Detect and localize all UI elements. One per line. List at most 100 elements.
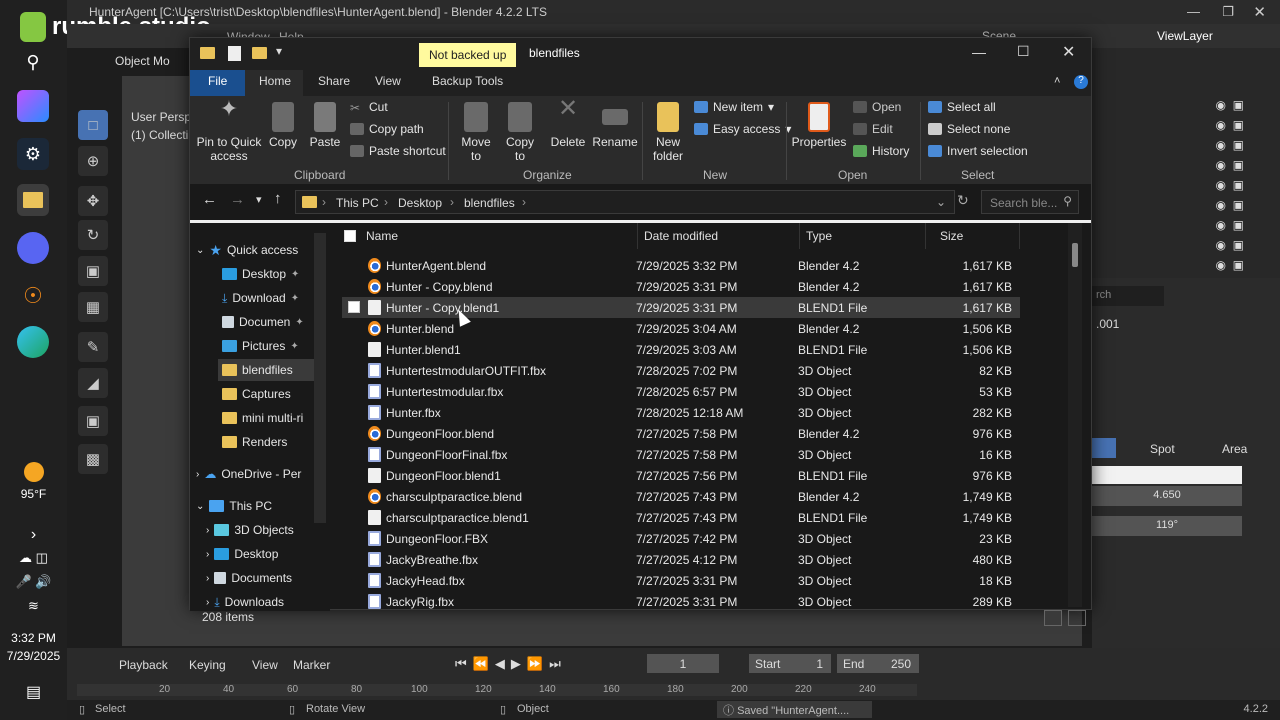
nav-scrollbar[interactable]: [314, 233, 326, 523]
tab-file[interactable]: File: [190, 70, 245, 96]
file-row[interactable]: DungeonFloor.blend1 7/27/2025 7:56 PM BLEN…: [342, 465, 1020, 486]
end-frame-field[interactable]: End 250: [837, 654, 919, 673]
nav-pc-documents[interactable]: › Documents: [206, 567, 292, 589]
new-folder-button[interactable]: New folder: [648, 102, 688, 163]
copy-to-button[interactable]: Copy to: [500, 102, 540, 163]
rotate-icon[interactable]: ↻: [78, 220, 108, 250]
paste-button[interactable]: Paste: [308, 102, 342, 149]
playback-controls-icon[interactable]: ⏮⏪◀▶⏩⏭: [455, 656, 567, 672]
file-row[interactable]: Huntertestmodular.fbx 7/28/2025 6:57 PM 3D…: [342, 381, 1020, 402]
select-all-checkbox[interactable]: [344, 230, 356, 242]
add-cube-icon[interactable]: ▣: [78, 406, 108, 436]
delete-button[interactable]: ✕ Delete: [548, 97, 588, 150]
visibility-icon[interactable]: ◉ ▣: [1216, 238, 1244, 252]
column-size[interactable]: Size: [926, 223, 1020, 249]
file-row[interactable]: JackyRig.fbx 7/27/2025 3:31 PM 3D Object 28…: [342, 591, 1020, 612]
file-row[interactable]: JackyBreathe.fbx 7/27/2025 4:12 PM 3D Obje…: [342, 549, 1020, 570]
history-button[interactable]: History: [853, 144, 909, 158]
view-layer-selector[interactable]: ViewLayer: [1157, 29, 1213, 43]
nav-blendfiles[interactable]: blendfiles: [218, 359, 318, 381]
tab-home[interactable]: Home: [245, 70, 303, 96]
scale-icon[interactable]: ▣: [78, 256, 108, 286]
measure-icon[interactable]: ◢: [78, 368, 108, 398]
maximize-icon[interactable]: ☐: [1017, 43, 1030, 60]
mode-selector[interactable]: Object Mo: [115, 54, 170, 68]
file-row[interactable]: charsculptparactice.blend 7/27/2025 7:43 …: [342, 486, 1020, 507]
nav-quick-access[interactable]: ⌄ ★ Quick access: [196, 239, 298, 261]
large-icons-view-icon[interactable]: [1068, 610, 1086, 626]
visibility-icon[interactable]: ◉ ▣: [1216, 258, 1244, 272]
breadcrumb-blendfiles[interactable]: blendfiles: [464, 196, 515, 210]
edit-button[interactable]: Edit: [853, 122, 893, 136]
properties-button[interactable]: Properties: [790, 102, 848, 149]
refresh-icon[interactable]: ↻: [957, 192, 969, 209]
visibility-icon[interactable]: ◉ ▣: [1216, 118, 1244, 132]
nav-documents[interactable]: Documen ✦: [222, 311, 304, 333]
nav-onedrive[interactable]: › ☁ OneDrive - Per: [196, 463, 301, 485]
start-frame-field[interactable]: Start 1: [749, 654, 831, 673]
discord-icon[interactable]: [17, 232, 49, 264]
blender-icon[interactable]: ☉: [17, 280, 49, 312]
address-dropdown-icon[interactable]: ⌄: [936, 195, 946, 209]
power-field[interactable]: 4.650: [1092, 486, 1242, 506]
close-icon[interactable]: ✕: [1062, 42, 1075, 62]
nav-pictures[interactable]: Pictures ✦: [222, 335, 299, 357]
light-color-field[interactable]: [1092, 466, 1242, 484]
light-sun-tab[interactable]: [1092, 438, 1116, 458]
nav-mini-multi[interactable]: mini multi-ri: [222, 407, 303, 429]
chevron-right-icon[interactable]: ›: [0, 526, 67, 544]
backup-badge[interactable]: Not backed up: [419, 43, 517, 67]
help-icon[interactable]: ?: [1074, 75, 1088, 89]
minimize-icon[interactable]: —: [972, 44, 986, 60]
back-arrow-icon[interactable]: ←: [202, 191, 217, 208]
transform-icon[interactable]: ▦: [78, 292, 108, 322]
copy-button[interactable]: Copy: [266, 102, 300, 149]
tab-view[interactable]: View: [375, 74, 401, 88]
file-row[interactable]: HuntertestmodularOUTFIT.fbx 7/28/2025 7:0…: [342, 360, 1020, 381]
light-name[interactable]: .001: [1096, 317, 1119, 331]
new-folder-quick-icon[interactable]: [252, 46, 267, 64]
edge-icon[interactable]: [17, 326, 49, 358]
breadcrumb-desktop[interactable]: Desktop: [398, 196, 442, 210]
mic-volume-icon[interactable]: 🎤 🔊: [0, 574, 67, 590]
visibility-icon[interactable]: ◉ ▣: [1216, 98, 1244, 112]
file-row[interactable]: HunterAgent.blend 7/29/2025 3:32 PM Blende…: [342, 255, 1020, 276]
breadcrumb-this-pc[interactable]: This PC: [336, 196, 379, 210]
saved-report[interactable]: ⓘ Saved "HunterAgent....: [717, 701, 872, 718]
cloud-icon[interactable]: ☁ ◫: [0, 550, 67, 566]
select-all-button[interactable]: Select all: [928, 100, 996, 114]
paste-shortcut-button[interactable]: Paste shortcut: [350, 144, 446, 158]
move-icon[interactable]: ✥: [78, 186, 108, 216]
file-row[interactable]: Hunter.blend 7/29/2025 3:04 AM Blender 4.2…: [342, 318, 1020, 339]
file-row[interactable]: JackyHead.fbx 7/27/2025 3:31 PM 3D Object 1…: [342, 570, 1020, 591]
file-row[interactable]: DungeonFloor.FBX 7/27/2025 7:42 PM 3D Obje…: [342, 528, 1020, 549]
file-row[interactable]: DungeonFloor.blend 7/27/2025 7:58 PM Blend…: [342, 423, 1020, 444]
annotate-icon[interactable]: ✎: [78, 332, 108, 362]
nav-3d-objects[interactable]: › 3D Objects: [206, 519, 294, 541]
cursor-icon[interactable]: ⊕: [78, 146, 108, 176]
pin-quick-access-button[interactable]: ✦ Pin to Quick access: [196, 98, 262, 164]
visibility-icon[interactable]: ◉ ▣: [1216, 218, 1244, 232]
wifi-icon[interactable]: ≋: [0, 598, 67, 614]
recent-locations-icon[interactable]: ▾: [256, 193, 262, 206]
file-explorer-icon[interactable]: [17, 184, 49, 216]
tab-backup-tools[interactable]: Backup Tools: [432, 74, 503, 88]
file-row[interactable]: Hunter.blend1 7/29/2025 3:03 AM BLEND1 Fil…: [342, 339, 1020, 360]
notification-icon[interactable]: ▤: [0, 682, 67, 702]
quick-access-dropdown-icon[interactable]: ▾: [276, 44, 282, 58]
playback-menu[interactable]: Playback: [119, 658, 168, 672]
marker-menu[interactable]: Marker: [293, 658, 330, 672]
rename-button[interactable]: Rename: [592, 102, 638, 149]
minimize-icon[interactable]: —: [1187, 4, 1200, 19]
cut-button[interactable]: ✂ Cut: [350, 100, 388, 115]
image-icon[interactable]: ▩: [78, 444, 108, 474]
visibility-icon[interactable]: ◉ ▣: [1216, 198, 1244, 212]
column-date[interactable]: Date modified: [638, 223, 800, 249]
clock-time[interactable]: 3:32 PM: [0, 631, 67, 645]
view-menu[interactable]: View: [252, 658, 278, 672]
column-type[interactable]: Type: [800, 223, 926, 249]
tab-share[interactable]: Share: [318, 74, 350, 88]
light-area-tab[interactable]: Area: [1222, 442, 1247, 456]
easy-access-button[interactable]: Easy access ▾: [694, 122, 791, 136]
nav-captures[interactable]: Captures: [222, 383, 291, 405]
